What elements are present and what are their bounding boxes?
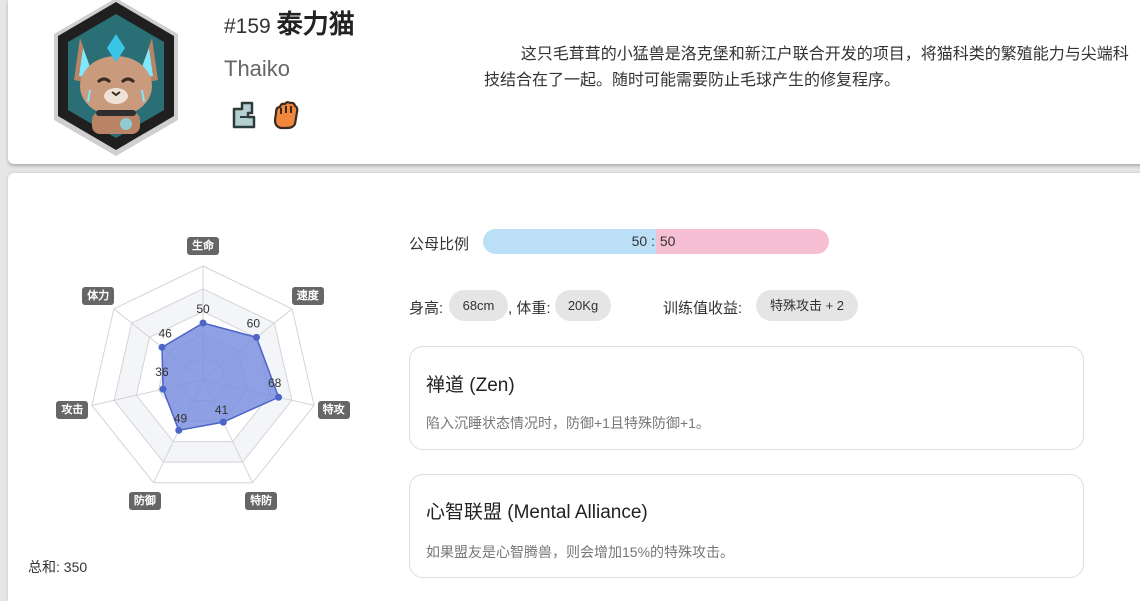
male-value: 50 [631, 233, 648, 249]
radar-data-point [199, 319, 207, 327]
weight-value: 20Kg [555, 290, 611, 321]
monster-title: #159 泰力猫 [224, 4, 355, 41]
type-icons [228, 99, 302, 131]
gender-separator: : [651, 233, 655, 249]
radar-axis-label: 生命 [187, 237, 219, 255]
radar-data-point [219, 418, 227, 426]
radar-value-label: 36 [155, 365, 169, 379]
fire-fist-type-icon[interactable] [270, 99, 302, 131]
monster-description: 这只毛茸茸的小猛兽是洛克堡和新江户联合开发的项目，将猫科类的繁殖能力与尖端科技结… [484, 46, 1129, 89]
ev-value: 特殊攻击 + 2 [756, 290, 858, 321]
female-value: 50 [659, 233, 676, 249]
radar-value-label: 60 [247, 316, 261, 330]
gender-ratio-label: 公母比例 [409, 236, 470, 253]
radar-data-point [158, 343, 166, 351]
gender-male-segment: 50 : [483, 229, 656, 254]
radar-value-label: 46 [158, 326, 172, 340]
radar-value-label: 49 [174, 411, 188, 425]
radar-axis-label: 特防 [245, 491, 278, 510]
ability-description: 如果盟友是心智腾兽，则会增加15%的特殊攻击。 [426, 544, 735, 560]
radar-value-label: 41 [215, 403, 229, 417]
ability-name: 心智联盟 (Mental Alliance) [426, 502, 648, 523]
radar-data-point [275, 393, 283, 401]
radar-axis-label: 防御 [128, 491, 161, 510]
ability-card[interactable]: 心智联盟 (Mental Alliance) 如果盟友是心智腾兽，则会增加15%… [409, 474, 1084, 578]
radar-axis-label: 速度 [291, 287, 324, 306]
weight-label: , 体重: [508, 300, 551, 317]
radar-svg: 50 60 68 41 49 36 46 [91, 265, 315, 484]
monster-number: #159 [224, 15, 271, 38]
radar-axis-label: 特攻 [317, 400, 350, 419]
stats-radar-chart: 50 60 68 41 49 36 46 生命速度特攻特防 防御 攻击 体力 [36, 222, 376, 518]
gender-female-segment: 50 [656, 229, 829, 254]
ability-card[interactable]: 禅道 (Zen) 陷入沉睡状态情况时，防御+1且特殊防御+1。 [409, 346, 1084, 450]
radar-data-point [252, 333, 260, 341]
radar-value-label: 68 [268, 376, 282, 390]
ability-description: 陷入沉睡状态情况时，防御+1且特殊防御+1。 [426, 415, 710, 431]
height-value: 68cm [449, 290, 508, 321]
height-label: 身高: [409, 300, 444, 317]
radar-axis-label: 攻击 [56, 400, 89, 419]
radar-value-label: 50 [196, 302, 210, 316]
radar-data-point [175, 426, 183, 434]
earth-fist-type-icon[interactable] [228, 99, 260, 131]
gender-ratio-bar: 50 : 50 [483, 229, 829, 254]
ev-label: 训练值收益: [663, 300, 743, 317]
radar-axis-label: 体力 [82, 287, 115, 306]
monster-english-name: Thaiko [224, 56, 291, 81]
monster-avatar [46, 0, 186, 160]
radar-data-point [159, 385, 167, 393]
monster-name: 泰力猫 [276, 9, 355, 39]
ability-name: 禅道 (Zen) [426, 375, 515, 396]
stats-total: 总和: 350 [28, 559, 88, 575]
